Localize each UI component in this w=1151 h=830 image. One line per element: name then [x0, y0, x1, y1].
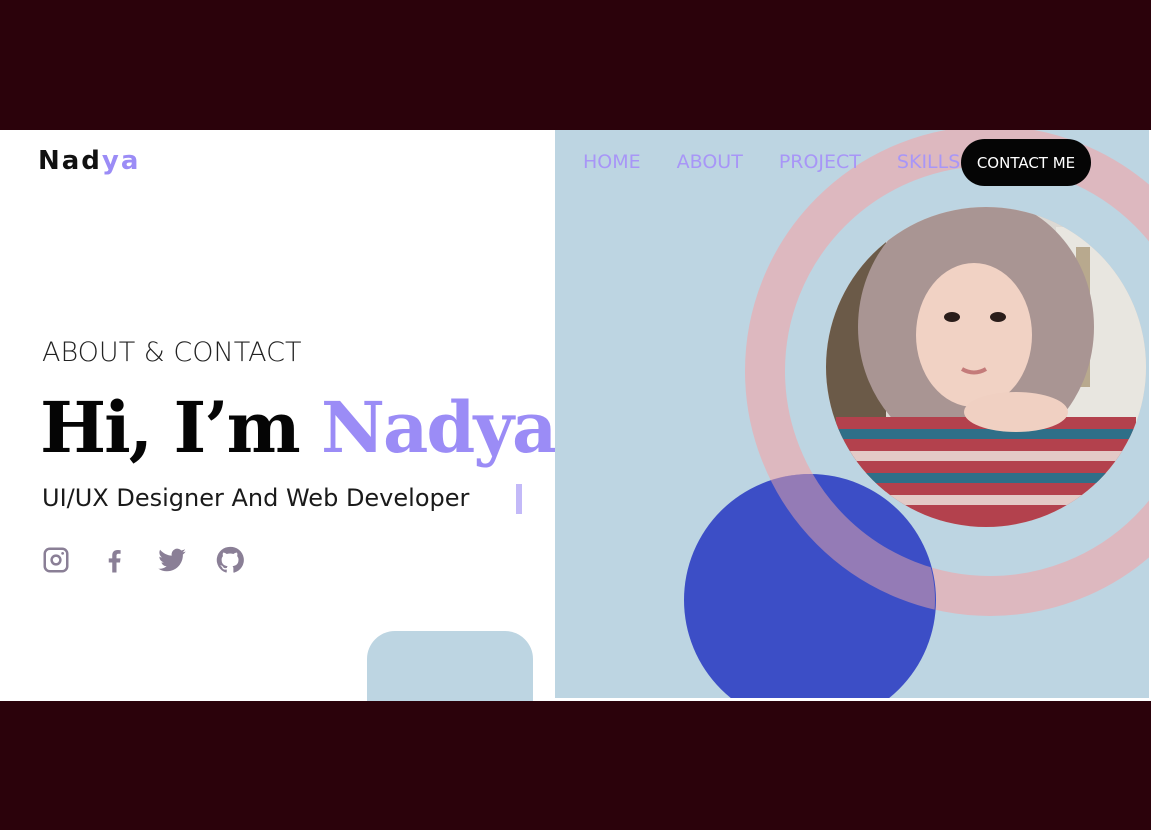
- hero-headline: Hi, I’m Nadya: [40, 384, 557, 472]
- hero-subtitle: UI/UX Designer And Web Developer: [42, 484, 470, 512]
- profile-photo-illustration: [826, 207, 1146, 527]
- main-nav: HOME ABOUT PROJECT SKILLS: [583, 138, 960, 186]
- logo-main: Nad: [38, 146, 102, 176]
- typing-cursor: [516, 484, 522, 514]
- logo-accent: ya: [101, 146, 141, 176]
- hero-right-panel: [555, 130, 1149, 698]
- portfolio-page: Nadya ABOUT & CONTACT Hi, I’m Nadya UI/U…: [0, 130, 1151, 701]
- profile-photo: [826, 207, 1146, 527]
- hero-left-panel: Nadya ABOUT & CONTACT Hi, I’m Nadya UI/U…: [0, 130, 557, 701]
- github-icon[interactable]: [214, 544, 246, 576]
- hero-eyebrow: ABOUT & CONTACT: [42, 337, 302, 368]
- facebook-icon[interactable]: [98, 544, 130, 576]
- decorative-block: [367, 631, 533, 701]
- social-links: [40, 544, 246, 576]
- nav-project[interactable]: PROJECT: [779, 151, 861, 173]
- nav-skills[interactable]: SKILLS: [897, 151, 960, 173]
- nav-home[interactable]: HOME: [583, 151, 641, 173]
- twitter-icon[interactable]: [156, 544, 188, 576]
- contact-me-button[interactable]: CONTACT ME: [961, 139, 1091, 186]
- nav-about[interactable]: ABOUT: [677, 151, 743, 173]
- instagram-icon[interactable]: [40, 544, 72, 576]
- logo[interactable]: Nadya: [38, 146, 140, 176]
- headline-name: Nadya: [321, 386, 557, 469]
- headline-prefix: Hi, I’m: [40, 386, 301, 469]
